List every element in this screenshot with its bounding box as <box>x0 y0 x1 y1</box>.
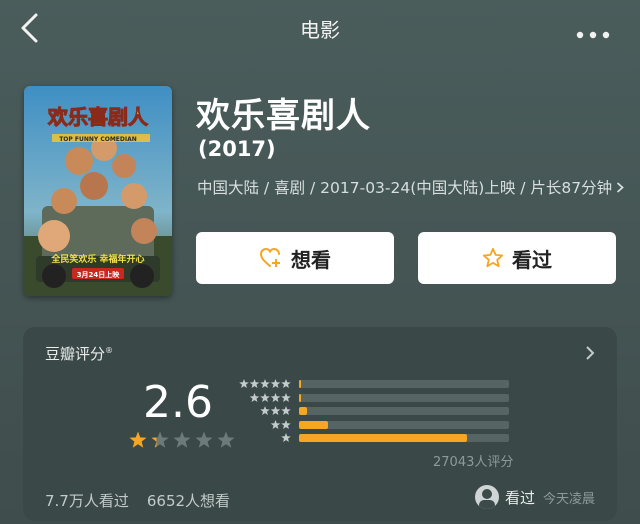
bar-star-icon <box>239 379 249 389</box>
bar-star-icon <box>270 406 281 416</box>
score-star-icon <box>129 431 147 448</box>
more-button[interactable] <box>576 24 610 39</box>
bar-star-icon <box>270 392 281 402</box>
bar-star-icon <box>281 419 291 429</box>
poster-date: 3月24日上映 <box>77 270 121 279</box>
user-status[interactable]: 看过 今天凌晨 <box>474 485 595 509</box>
bar-star-icon <box>270 419 281 429</box>
have-watched-button[interactable]: 看过 <box>418 232 616 284</box>
rating-bar-fill <box>299 434 467 442</box>
movie-meta[interactable]: 中国大陆 / 喜剧 / 2017-03-24(中国大陆)上映 / 片长87分钟 <box>197 176 625 200</box>
rating-bar-track <box>299 420 509 429</box>
score-star-icon <box>173 431 191 448</box>
rating-bar-track <box>299 393 509 402</box>
bar-star-icon <box>260 379 270 389</box>
more-icon <box>576 31 610 39</box>
poster-subtitle: TOP FUNNY COMEDIAN <box>59 136 137 143</box>
bar-stars <box>270 419 291 429</box>
user-status-time: 今天凌晨 <box>542 491 595 507</box>
rating-bar-fill <box>299 393 301 402</box>
score-star-icon <box>151 431 169 448</box>
rating-bar-fill <box>299 380 301 388</box>
rating-bar-track <box>299 407 509 415</box>
bar-star-icon <box>281 379 291 389</box>
avatar <box>474 485 499 509</box>
rating-bar-track <box>299 434 509 442</box>
poster-title: 欢乐喜剧人 <box>47 105 149 129</box>
want-to-watch-button[interactable]: 想看 <box>196 232 394 284</box>
want-label: 想看 <box>291 247 331 272</box>
want-count: 6652人想看 <box>146 492 231 510</box>
bar-star-icon <box>281 433 291 443</box>
watch-stats: 7.7万人看过 6652人想看 <box>45 490 248 511</box>
rating-bar-fill <box>299 407 308 415</box>
user-status-label: 看过 <box>504 488 535 507</box>
bar-stars <box>249 392 291 402</box>
chevron-right-icon <box>616 176 624 200</box>
movie-meta-text: 中国大陆 / 喜剧 / 2017-03-24(中国大陆)上映 / 片长87分钟 <box>197 179 613 197</box>
rating-detail-chevron[interactable] <box>585 345 595 365</box>
bar-star-icon <box>249 379 260 389</box>
bar-star-icon <box>281 392 291 402</box>
movie-year: (2017) <box>198 137 276 161</box>
rating-card[interactable]: 豆瓣评分® 2.6 27043人评分 7.7万人看过 6652人想看 看过 今天凌… <box>23 327 617 521</box>
score-star-icon <box>217 431 235 448</box>
rating-bar-fill <box>299 420 329 429</box>
watched-count: 7.7万人看过 <box>45 492 129 510</box>
bar-star-icon <box>270 379 281 389</box>
movie-title: 欢乐喜剧人 <box>196 96 371 136</box>
score-star-icon <box>195 431 213 448</box>
seen-label: 看过 <box>512 247 552 272</box>
poster-slogan: 全民笑欢乐 幸福年开心 <box>50 253 144 265</box>
bar-stars <box>281 433 291 443</box>
bar-star-icon <box>249 392 260 402</box>
chevron-right-icon <box>586 346 595 360</box>
navigation-bar: 电影 <box>0 0 640 56</box>
heart-plus-icon <box>259 247 280 267</box>
registered-mark: ® <box>105 346 114 355</box>
page-title: 电影 <box>300 18 340 42</box>
movie-poster[interactable]: 欢乐喜剧人 TOP FUNNY COMEDIAN 全民笑欢乐 幸福年开心 3月2… <box>24 86 172 296</box>
rating-label: 豆瓣评分® <box>45 343 113 364</box>
rating-score: 2.6 <box>143 377 213 428</box>
rating-label-text: 豆瓣评分 <box>45 345 106 363</box>
bar-stars <box>260 406 291 416</box>
bar-star-icon <box>260 406 270 416</box>
bar-star-icon <box>281 406 291 416</box>
rating-count: 27043人评分 <box>433 455 514 470</box>
score-stars <box>129 431 235 448</box>
bar-stars <box>239 379 291 389</box>
bar-star-icon <box>260 392 270 402</box>
star-outline-icon <box>482 247 504 268</box>
rating-bar-track <box>299 380 509 388</box>
